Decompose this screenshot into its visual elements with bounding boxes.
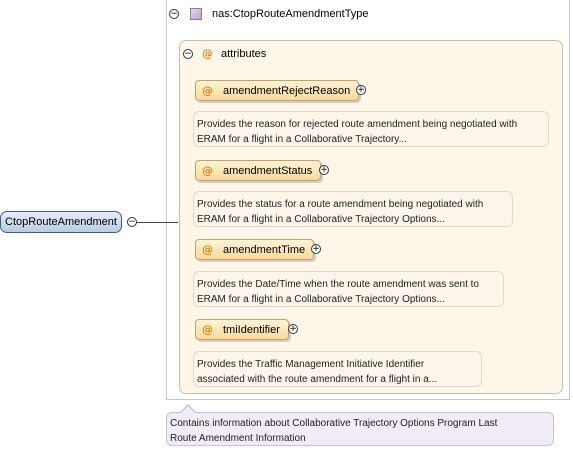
connector-line [137, 222, 178, 223]
attribute-icon: @ [202, 243, 213, 256]
doc-pointer-fill [181, 406, 195, 413]
attribute-documentation: Provides the Date/Time when the route am… [193, 271, 504, 307]
attribute-documentation: Provides the Traffic Management Initiati… [193, 351, 482, 387]
attribute-name: tmiIdentifier [223, 323, 280, 336]
root-documentation: Contains information about Collaborative… [166, 412, 554, 446]
doc-line: Contains information about Collaborative… [170, 418, 498, 429]
attribute-name: amendmentRejectReason [223, 84, 351, 97]
attribute-icon: @ [202, 323, 213, 336]
doc-line: Provides the reason for rejected route a… [197, 119, 518, 130]
type-collapse-icon[interactable]: − [169, 9, 179, 19]
doc-line: ERAM for a flight in a Collaborative Tra… [197, 134, 407, 145]
doc-line: Route Amendment Information [170, 433, 306, 444]
attribute-icon: @ [202, 84, 213, 97]
attribute-documentation: Provides the status for a route amendmen… [193, 191, 513, 227]
attribute-amendmentTime[interactable]: @ amendmentTime [195, 239, 315, 260]
expand-icon[interactable]: + [288, 324, 298, 334]
expand-icon[interactable]: + [356, 85, 366, 95]
expand-icon[interactable]: + [311, 244, 321, 254]
doc-line: ERAM for a flight in a Collaborative Tra… [197, 214, 445, 225]
root-collapse-icon[interactable]: − [127, 217, 137, 227]
attribute-documentation: Provides the reason for rejected route a… [193, 111, 549, 147]
expand-icon[interactable]: + [319, 165, 329, 175]
type-name: nas:CtopRouteAmendmentType [212, 8, 369, 20]
attribute-icon: @ [202, 47, 213, 60]
root-element[interactable]: CtopRouteAmendment [0, 211, 122, 233]
attributes-group-label: attributes [221, 48, 267, 60]
attribute-icon: @ [202, 164, 213, 177]
attribute-amendmentRejectReason[interactable]: @ amendmentRejectReason [195, 80, 360, 101]
attribute-name: amendmentTime [223, 243, 306, 256]
attributes-collapse-icon[interactable]: − [183, 49, 193, 59]
doc-line: ERAM for a flight in a Collaborative Tra… [197, 294, 445, 305]
attribute-amendmentStatus[interactable]: @ amendmentStatus [195, 160, 322, 181]
doc-line: Provides the status for a route amendmen… [197, 199, 484, 210]
doc-line: associated with the route amendment for … [197, 374, 438, 385]
attribute-tmiIdentifier[interactable]: @ tmiIdentifier [195, 319, 289, 340]
doc-line: Provides the Traffic Management Initiati… [197, 359, 425, 370]
attribute-name: amendmentStatus [223, 164, 313, 177]
doc-line: Provides the Date/Time when the route am… [197, 279, 479, 290]
root-element-label: CtopRouteAmendment [5, 216, 117, 228]
complex-type-icon [190, 8, 202, 20]
